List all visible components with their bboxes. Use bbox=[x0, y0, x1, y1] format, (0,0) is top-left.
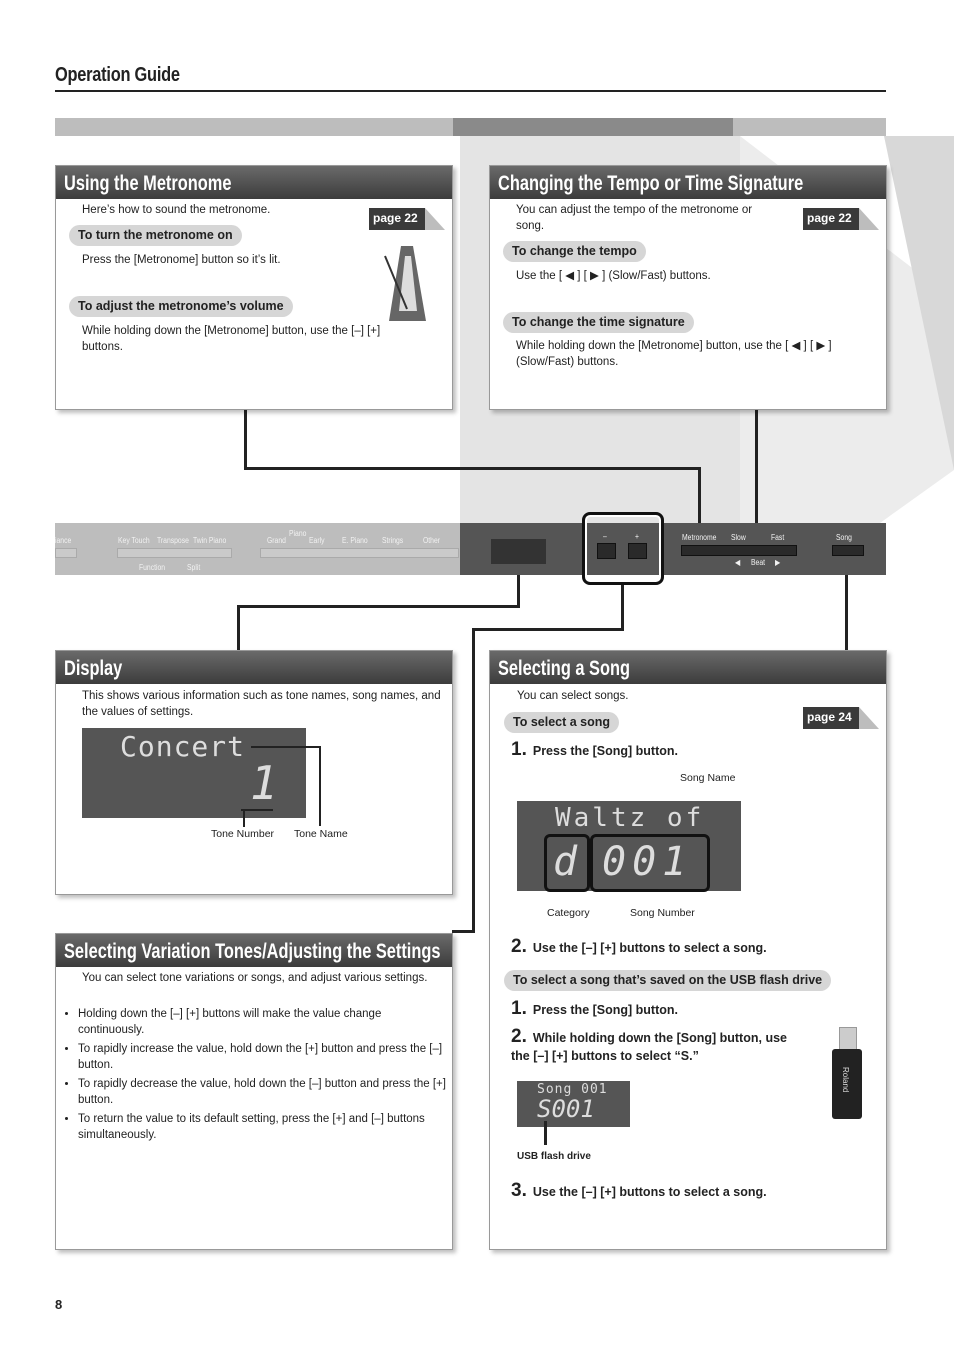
subheading: To change the tempo bbox=[503, 241, 646, 262]
intro-text: You can adjust the tempo of the metronom… bbox=[516, 204, 753, 232]
variation-section: Selecting Variation Tones/Adjusting the … bbox=[55, 933, 453, 1250]
page-header-title: Operation Guide bbox=[55, 64, 180, 86]
tempo-section: Changing the Tempo or Time Signature You… bbox=[489, 165, 887, 410]
subheading: To change the time signature bbox=[503, 312, 694, 333]
caption: Song Number bbox=[630, 907, 695, 919]
intro-text: This shows various information such as t… bbox=[82, 690, 441, 718]
usb-drive-icon: Roland bbox=[832, 1027, 862, 1119]
caption: Song Name bbox=[680, 772, 736, 784]
section-title: Changing the Tempo or Time Signature bbox=[498, 172, 804, 195]
caption: USB flash drive bbox=[517, 1151, 591, 1162]
step-text: Press the [Song] button. bbox=[532, 744, 678, 758]
highlight-frame bbox=[582, 512, 664, 585]
list-item: To rapidly decrease the value, hold down… bbox=[78, 1077, 446, 1108]
display-section: Display This shows various information s… bbox=[55, 650, 453, 895]
instruction-text: While holding down the [Metronome] butto… bbox=[82, 325, 381, 353]
instrument-panel-overview bbox=[55, 118, 886, 136]
manual-page: Operation Guide Using the Metronome Here… bbox=[0, 0, 954, 1350]
caption: Tone Name bbox=[294, 828, 348, 840]
intro-text: You can select tone variations or songs,… bbox=[82, 972, 428, 984]
song-section: Selecting a Song You can select songs. p… bbox=[489, 650, 887, 1250]
step-text: While holding down the [Song] button, us… bbox=[511, 1031, 787, 1063]
step-text: Press the [Song] button. bbox=[532, 1003, 678, 1017]
instruction-text: Use the [ ◀ ] [ ▶ ] (Slow/Fast) buttons. bbox=[516, 270, 711, 282]
metronome-slow-fast-buttons[interactable] bbox=[681, 545, 797, 556]
section-title: Display bbox=[64, 657, 123, 680]
section-title: Selecting a Song bbox=[498, 657, 630, 680]
page-reference[interactable]: page 22 bbox=[369, 208, 445, 230]
tips-list: Holding down the [–] [+] buttons will ma… bbox=[56, 1007, 446, 1143]
section-title: Using the Metronome bbox=[64, 172, 232, 195]
intro-text: You can select songs. bbox=[517, 690, 629, 702]
subheading: To select a song that’s saved on the USB… bbox=[504, 970, 832, 991]
list-item: To rapidly increase the value, hold down… bbox=[78, 1042, 446, 1073]
lcd-display: Concert 1 bbox=[82, 728, 306, 818]
caption: Tone Number bbox=[211, 828, 275, 840]
lcd-display-small: Song 001 S001 bbox=[517, 1081, 630, 1127]
list-item: Holding down the [–] [+] buttons will ma… bbox=[78, 1007, 446, 1038]
subheading: To select a song bbox=[504, 712, 620, 733]
song-button[interactable] bbox=[832, 545, 864, 556]
page-reference[interactable]: page 22 bbox=[803, 208, 879, 230]
intro-text: Here’s how to sound the metronome. bbox=[82, 204, 271, 216]
instruction-text: While holding down the [Metronome] butto… bbox=[516, 340, 832, 368]
subheading: To adjust the metronome’s volume bbox=[69, 296, 293, 317]
instruction-text: Press the [Metronome] button so it’s lit… bbox=[82, 254, 281, 266]
page-reference[interactable]: page 24 bbox=[803, 707, 879, 729]
subheading: To turn the metronome on bbox=[69, 225, 242, 246]
step-text: Use the [–] [+] buttons to select a song… bbox=[532, 1185, 767, 1199]
list-item: To return the value to its default setti… bbox=[78, 1112, 446, 1143]
metronome-icon bbox=[384, 246, 426, 321]
display-screen bbox=[491, 539, 546, 564]
metronome-section: Using the Metronome Here’s how to sound … bbox=[55, 165, 453, 410]
instrument-panel-detail: iance Key Touch Transpose Twin Piano Pia… bbox=[55, 523, 886, 575]
page-number: 8 bbox=[55, 1297, 63, 1312]
step-text: Use the [–] [+] buttons to select a song… bbox=[532, 941, 767, 955]
header-rule bbox=[55, 90, 886, 92]
caption: Category bbox=[547, 907, 590, 919]
section-title: Selecting Variation Tones/Adjusting the … bbox=[64, 940, 441, 963]
